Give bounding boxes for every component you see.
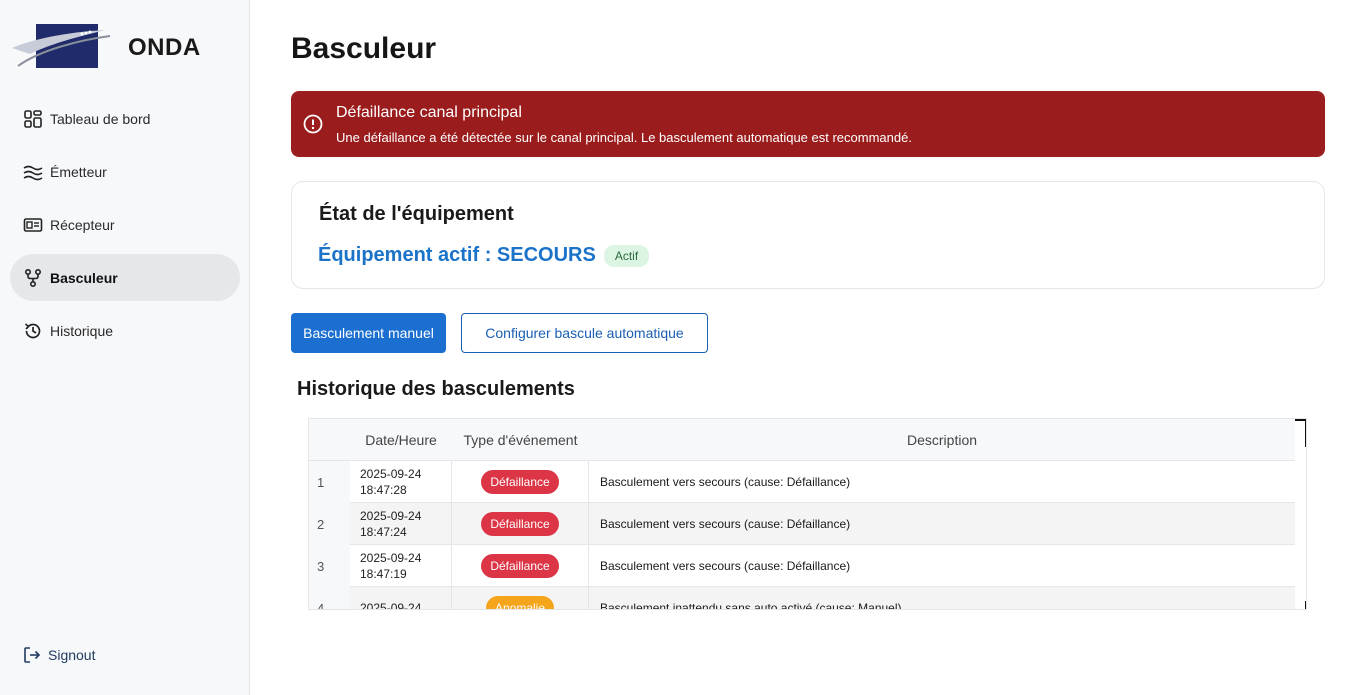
row-type: Défaillance [452,503,589,545]
event-type-badge: Défaillance [481,554,559,578]
active-equipment-line: Équipement actif : SECOURS Actif [318,244,650,267]
row-datetime: 2025-09-24 18:47:19 [350,545,452,587]
status-badge: Actif [603,244,650,267]
row-datetime: 2025-09-24 18:47:24 [350,503,452,545]
sidebar-item-basculeur[interactable]: Basculeur [10,254,240,301]
row-index: 3 [309,545,350,587]
row-description: Basculement vers secours (cause: Défaill… [600,475,851,489]
sidebar-item-historique[interactable]: Historique [10,307,240,354]
sidebar-item-label: Historique [50,322,114,339]
waves-icon [23,162,43,182]
row-index: 4 [309,587,350,609]
table-header: Date/Heure Type d'événement Description [309,419,1295,461]
logout-icon [22,645,42,665]
sidebar-item-recepteur[interactable]: Récepteur [10,201,240,248]
sidebar-item-label: Émetteur [50,163,107,180]
table-scrollbar[interactable] [1295,419,1306,609]
row-type: Anomalie [452,587,589,609]
app: ONDA Tableau de bord Émetteur Récepteur [0,0,1366,695]
logo[interactable]: ONDA [10,20,200,72]
signout-link[interactable]: Signout [22,645,95,665]
row-datetime: 2025-09-24 18:47:28 [350,461,452,503]
manual-switch-button[interactable]: Basculement manuel [291,313,446,353]
sidebar-item-label: Récepteur [50,216,115,233]
row-time: 18:47:24 [360,525,407,539]
event-type-badge: Défaillance [481,470,559,494]
table-row[interactable]: 1 2025-09-24 18:47:28 Défaillance Bascule… [309,461,1295,503]
header-date[interactable]: Date/Heure [350,419,452,461]
dashboard-icon [23,109,43,129]
row-time: 18:47:28 [360,483,407,497]
header-index [309,419,350,461]
table-row[interactable]: 2 2025-09-24 18:47:24 Défaillance Bascule… [309,503,1295,545]
event-type-badge: Défaillance [481,512,559,536]
radio-icon [23,215,43,235]
row-date: 2025-09-24 [360,509,422,523]
history-section-title: Historique des basculements [297,378,575,400]
signout-label: Signout [48,647,96,663]
scroll-up-arrow[interactable] [1295,419,1306,447]
row-type: Défaillance [452,545,589,587]
row-time: 18:47:19 [360,567,407,581]
event-type-badge: Anomalie [485,596,555,609]
brand-name: ONDA [128,34,201,61]
sidebar: ONDA Tableau de bord Émetteur Récepteur [0,0,250,695]
table-row[interactable]: 4 2025-09-24 Anomalie Basculement inatte… [309,587,1295,610]
header-type[interactable]: Type d'événement [452,419,589,461]
row-index: 2 [309,503,350,545]
scroll-down-arrow[interactable] [1295,601,1306,609]
row-type: Défaillance [452,461,589,503]
alert-title: Défaillance canal principal [336,104,522,121]
row-description: Basculement inattendu sans auto activé (… [600,601,902,610]
row-index: 1 [309,461,350,503]
header-description[interactable]: Description [589,419,1295,461]
sidebar-item-label: Tableau de bord [50,110,151,127]
active-equipment-label: Équipement actif : SECOURS [318,244,596,266]
history-icon [23,321,43,341]
onda-logo-icon [12,24,111,68]
sidebar-item-tableau-de-bord[interactable]: Tableau de bord [10,95,240,142]
row-datetime: 2025-09-24 [350,587,452,610]
configure-auto-switch-button[interactable]: Configurer bascule automatique [461,313,708,353]
row-description: Basculement vers secours (cause: Défaill… [600,559,851,573]
sidebar-nav: Tableau de bord Émetteur Récepteur Bascu… [10,95,240,360]
equipment-status-card: État de l'équipement Équipement actif : … [291,181,1325,289]
alert-message: Une défaillance a été détectée sur le ca… [336,130,912,145]
alert-circle-icon [303,114,323,134]
equipment-status-title: État de l'équipement [319,203,514,225]
page-title: Basculeur [291,32,437,65]
sidebar-item-label: Basculeur [50,269,118,286]
row-date: 2025-09-24 [360,601,422,610]
row-date: 2025-09-24 [360,551,422,565]
sidebar-item-emetteur[interactable]: Émetteur [10,148,240,195]
table-row[interactable]: 3 2025-09-24 18:47:19 Défaillance Bascule… [309,545,1295,587]
row-description: Basculement vers secours (cause: Défaill… [600,517,851,531]
table-body: 1 2025-09-24 18:47:28 Défaillance Bascule… [309,461,1295,610]
failure-alert: Défaillance canal principal Une défailla… [291,91,1325,157]
history-table[interactable]: Date/Heure Type d'événement Description … [308,418,1307,610]
fork-icon [23,268,43,288]
row-date: 2025-09-24 [360,467,422,481]
